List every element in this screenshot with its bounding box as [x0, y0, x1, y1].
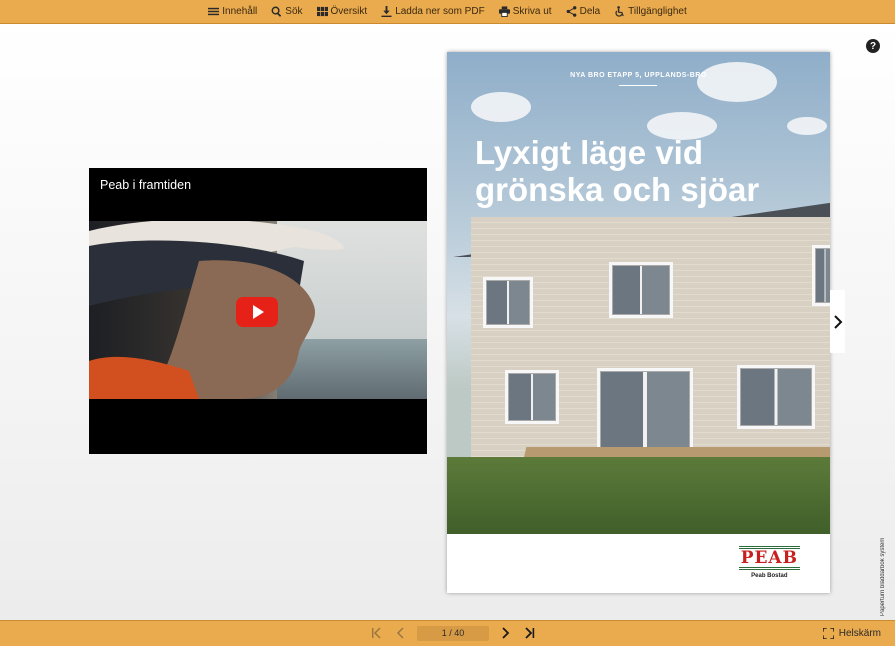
- chevron-right-icon: [833, 314, 842, 329]
- printer-icon: [498, 6, 510, 17]
- cover-image: NYA BRO ETAPP 5, UPPLANDS-BRO Lyxigt läg…: [447, 52, 830, 534]
- cloud-decor: [471, 92, 531, 122]
- share-icon: [566, 6, 576, 17]
- chevron-left-icon: [396, 627, 404, 639]
- help-button[interactable]: ?: [866, 39, 880, 53]
- first-page-button[interactable]: [369, 625, 385, 641]
- cloud-decor: [787, 117, 827, 135]
- toolbar-overview-button[interactable]: Översikt: [316, 6, 368, 17]
- toolbar-share-button[interactable]: Dela: [566, 6, 601, 17]
- chevron-right-icon: [502, 627, 510, 639]
- toolbar-print-button[interactable]: Skriva ut: [498, 6, 552, 17]
- next-page-button[interactable]: [497, 625, 513, 641]
- fullscreen-label: Helskärm: [838, 628, 881, 639]
- first-page-icon: [372, 627, 381, 639]
- top-toolbar: Innehåll Sök Översikt Ladda ner som PDF …: [0, 0, 895, 24]
- page-indicator[interactable]: 1 / 40: [417, 625, 489, 641]
- video-play-button[interactable]: [236, 297, 278, 327]
- video-thumbnail[interactable]: [89, 221, 427, 399]
- toolbar-download-label: Ladda ner som PDF: [395, 6, 485, 17]
- toolbar-print-label: Skriva ut: [512, 6, 552, 17]
- previous-page-button[interactable]: [393, 625, 409, 641]
- paperturn-credit[interactable]: Paperturn bläddarbok system: [880, 516, 890, 616]
- toolbar-share-label: Dela: [579, 6, 601, 17]
- house-window: [505, 370, 559, 424]
- toolbar-contents-button[interactable]: Innehåll: [208, 6, 257, 17]
- toolbar-accessibility-button[interactable]: Tillgänglighet: [614, 6, 687, 17]
- house-window: [737, 365, 815, 429]
- toolbar-contents-label: Innehåll: [222, 6, 258, 17]
- house-window: [483, 277, 533, 328]
- cloud-decor: [697, 62, 777, 102]
- toolbar-download-pdf-button[interactable]: Ladda ner som PDF: [381, 6, 485, 17]
- next-page-arrow[interactable]: [830, 290, 845, 353]
- house-lawn: [447, 457, 830, 534]
- house-window: [609, 262, 673, 318]
- peab-bostad-label: Peab Bostad: [751, 573, 788, 579]
- video-title: Peab i framtiden: [100, 178, 192, 192]
- fullscreen-icon: [822, 628, 834, 639]
- toolbar-overview-label: Översikt: [330, 6, 368, 17]
- peab-logo-mark: PEAB: [738, 546, 800, 570]
- fullscreen-button[interactable]: Helskärm: [822, 628, 881, 639]
- help-icon: ?: [869, 40, 877, 52]
- toolbar-search-button[interactable]: Sök: [271, 6, 303, 17]
- page-navigation: 1 / 40: [369, 625, 537, 641]
- download-icon: [381, 6, 392, 17]
- list-icon: [208, 7, 220, 16]
- kicker-divider: [619, 85, 657, 86]
- brochure-page: NYA BRO ETAPP 5, UPPLANDS-BRO Lyxigt läg…: [447, 52, 830, 593]
- grid-icon: [316, 6, 328, 17]
- toolbar-search-label: Sök: [285, 6, 303, 17]
- accessibility-icon: [615, 6, 624, 17]
- bottom-toolbar: 1 / 40 Helskärm: [0, 620, 895, 646]
- peab-logo: PEAB Peab Bostad: [738, 546, 800, 579]
- cover-kicker: NYA BRO ETAPP 5, UPPLANDS-BRO: [570, 72, 707, 79]
- last-page-button[interactable]: [521, 625, 537, 641]
- toolbar-accessibility-label: Tillgänglighet: [628, 6, 687, 17]
- headline-line-1: Lyxigt läge vid: [475, 134, 704, 171]
- search-icon: [271, 6, 282, 17]
- house-window: [597, 368, 693, 454]
- cover-headline: Lyxigt läge vid grönska och sjöar: [475, 134, 805, 208]
- house-window: [812, 245, 830, 306]
- headline-line-2: grönska och sjöar: [475, 171, 760, 208]
- last-page-icon: [525, 627, 535, 639]
- video-embed[interactable]: Peab i framtiden: [89, 168, 427, 454]
